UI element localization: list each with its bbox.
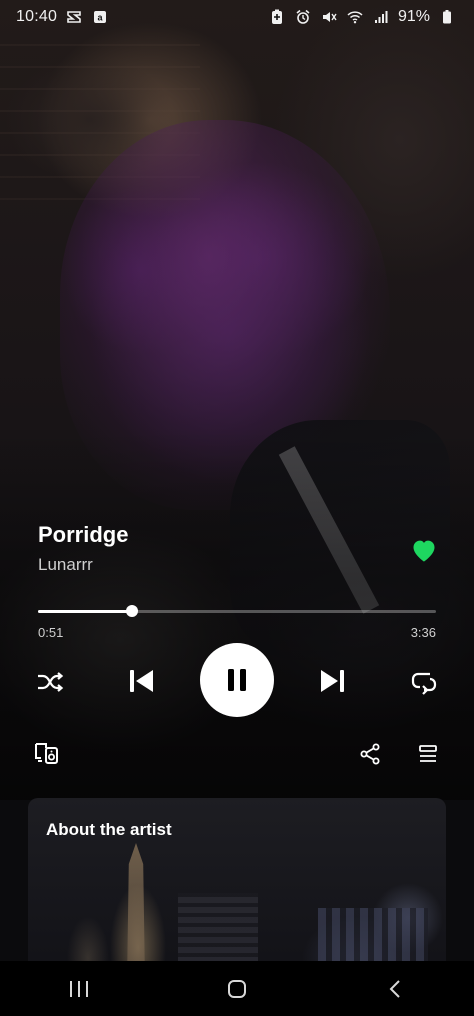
shuffle-button[interactable] bbox=[30, 662, 70, 702]
skip-next-icon bbox=[321, 670, 344, 692]
back-icon bbox=[389, 979, 400, 998]
share-button[interactable] bbox=[354, 738, 386, 770]
alarm-icon bbox=[294, 8, 312, 26]
status-bar: 10:40 a 91% bbox=[0, 0, 474, 34]
shuffle-icon bbox=[38, 672, 64, 692]
recents-icon bbox=[70, 980, 88, 997]
like-button[interactable] bbox=[408, 535, 440, 565]
about-artist-card[interactable]: About the artist bbox=[28, 798, 446, 973]
next-button[interactable] bbox=[310, 658, 356, 704]
status-right: 91% bbox=[268, 8, 456, 26]
progress-fill bbox=[38, 610, 132, 613]
heart-icon bbox=[413, 540, 435, 562]
back-button[interactable] bbox=[365, 969, 425, 1009]
battery-percent: 91% bbox=[397, 8, 430, 25]
progress-bar[interactable] bbox=[38, 605, 436, 617]
signal-icon bbox=[372, 8, 390, 26]
battery-saver-icon bbox=[268, 8, 286, 26]
connect-devices-icon bbox=[35, 743, 58, 764]
repeat-button[interactable] bbox=[404, 662, 444, 702]
queue-icon bbox=[419, 745, 437, 762]
skip-previous-icon bbox=[130, 670, 153, 692]
mute-icon bbox=[320, 8, 338, 26]
amazon-icon: a bbox=[91, 8, 109, 26]
repeat-icon bbox=[411, 672, 437, 695]
share-icon bbox=[360, 743, 380, 765]
artwork-gradient-overlay bbox=[0, 430, 474, 800]
status-left: 10:40 a bbox=[16, 8, 109, 26]
home-button[interactable] bbox=[207, 969, 267, 1009]
time-total: 3:36 bbox=[410, 625, 436, 640]
progress-thumb[interactable] bbox=[125, 605, 138, 617]
about-artist-title: About the artist bbox=[46, 820, 172, 839]
play-pause-button[interactable] bbox=[200, 643, 274, 717]
status-time: 10:40 bbox=[16, 8, 58, 25]
battery-icon bbox=[438, 8, 456, 26]
previous-button[interactable] bbox=[118, 658, 164, 704]
capcut-icon bbox=[65, 8, 83, 26]
track-artist[interactable]: Lunarrr bbox=[38, 555, 93, 575]
home-icon bbox=[228, 979, 246, 998]
pause-icon bbox=[228, 669, 246, 691]
now-playing-screen: 10:40 a 91% Porridge Lunarrr 0:51 3:36 A… bbox=[0, 0, 474, 1016]
recents-button[interactable] bbox=[49, 969, 109, 1009]
system-navigation-bar bbox=[0, 961, 474, 1016]
connect-devices-button[interactable] bbox=[30, 736, 64, 770]
queue-button[interactable] bbox=[412, 738, 444, 770]
track-title[interactable]: Porridge bbox=[38, 522, 128, 548]
wifi-icon bbox=[346, 8, 364, 26]
time-elapsed: 0:51 bbox=[38, 625, 64, 640]
